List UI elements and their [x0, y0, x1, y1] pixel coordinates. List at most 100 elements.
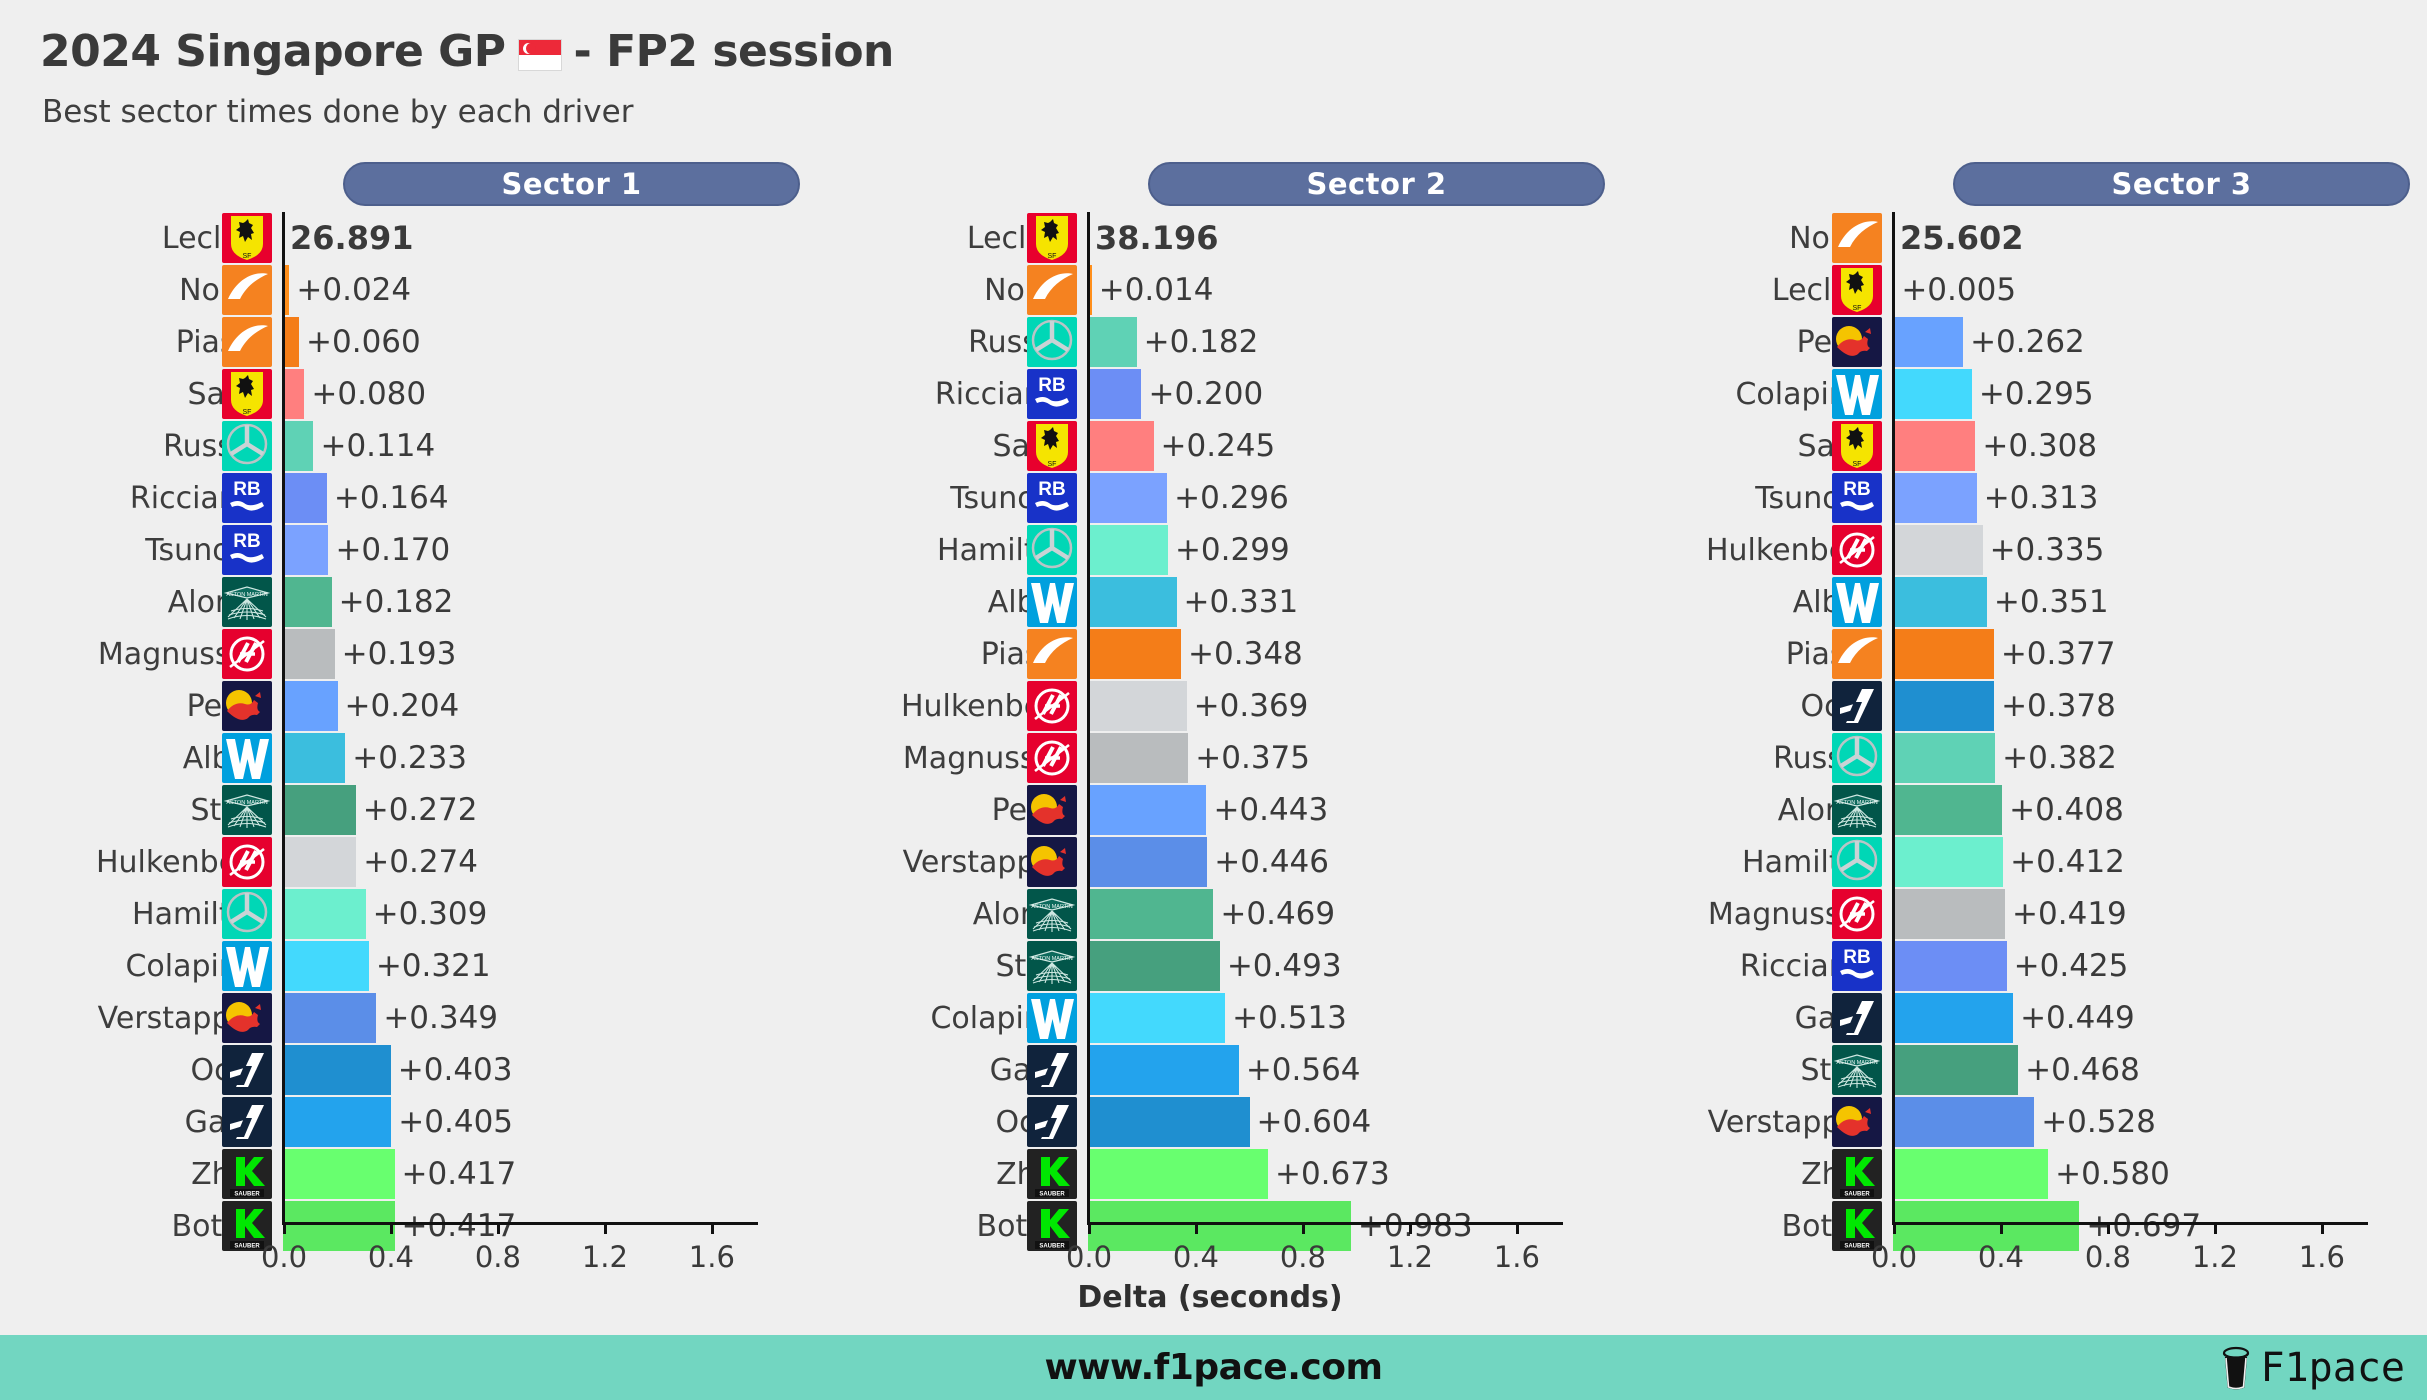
driver-row[interactable]: Norris 25.602 [1612, 212, 2418, 264]
driver-row[interactable]: Verstappen +0.528 [1612, 1096, 2418, 1148]
delta-label: +0.114 [320, 428, 436, 464]
driver-row[interactable]: Colapinto +0.295 [1612, 368, 2418, 420]
page-subtitle: Best sector times done by each driver [42, 94, 634, 130]
driver-row[interactable]: Albon +0.351 [1612, 576, 2418, 628]
driver-row[interactable]: Tsunoda RB +0.170 [2, 524, 808, 576]
driver-row[interactable]: Alonso ASTON MARTIN +0.182 [2, 576, 808, 628]
driver-row[interactable]: Alonso ASTON MARTIN +0.408 [1612, 784, 2418, 836]
driver-row[interactable]: Gasly +0.449 [1612, 992, 2418, 1044]
driver-row[interactable]: Zhou SAUBER+0.673 [807, 1148, 1613, 1200]
driver-row[interactable]: Perez +0.262 [1612, 316, 2418, 368]
driver-row[interactable]: Ricciardo RB +0.200 [807, 368, 1613, 420]
driver-row[interactable]: Tsunoda RB +0.313 [1612, 472, 2418, 524]
driver-row[interactable]: Colapinto +0.513 [807, 992, 1613, 1044]
team-logo-redbull-icon [1027, 785, 1077, 835]
sector-header-2: Sector 2 [1148, 162, 1605, 206]
driver-row[interactable]: Hulkenberg +0.274 [2, 836, 808, 888]
driver-row[interactable]: Gasly +0.405 [2, 1096, 808, 1148]
driver-row[interactable]: Perez +0.443 [807, 784, 1613, 836]
x-axis-title: Delta (seconds) [1077, 1280, 1343, 1315]
driver-row[interactable]: Magnussen +0.375 [807, 732, 1613, 784]
driver-row[interactable]: Russell +0.382 [1612, 732, 2418, 784]
driver-row[interactable]: Sainz SF+0.080 [2, 368, 808, 420]
delta-bar [283, 1045, 391, 1095]
delta-bar [283, 837, 357, 887]
delta-label: +0.417 [401, 1156, 517, 1192]
x-axis-tick-label: 1.6 [2298, 1240, 2345, 1274]
driver-row[interactable]: Hamilton +0.299 [807, 524, 1613, 576]
team-logo-redbull-icon [1832, 1097, 1882, 1147]
delta-bar [1893, 1097, 2035, 1147]
delta-label: +0.425 [2013, 948, 2129, 984]
team-logo-mercedes-icon [1027, 317, 1077, 367]
driver-row[interactable]: Piastri +0.060 [2, 316, 808, 368]
driver-row[interactable]: Ocon +0.403 [2, 1044, 808, 1096]
delta-label: +0.369 [1193, 688, 1309, 724]
delta-bar [1088, 421, 1154, 471]
svg-text:SF: SF [243, 253, 252, 260]
driver-row[interactable]: Norris +0.024 [2, 264, 808, 316]
driver-row[interactable]: Stroll ASTON MARTIN +0.468 [1612, 1044, 2418, 1096]
delta-bar [1893, 889, 2006, 939]
svg-text:SAUBER: SAUBER [1039, 1192, 1065, 1198]
x-axis-tick [1408, 1222, 1412, 1234]
driver-row[interactable]: Piastri +0.348 [807, 628, 1613, 680]
delta-bar [283, 317, 300, 367]
driver-row[interactable]: Sainz SF+0.308 [1612, 420, 2418, 472]
driver-row[interactable]: Albon +0.233 [2, 732, 808, 784]
team-logo-mercedes-icon [222, 889, 272, 939]
delta-label: +0.528 [2041, 1104, 2156, 1140]
x-axis-tick-label: 1.2 [581, 1240, 628, 1274]
driver-row[interactable]: Russell +0.182 [807, 316, 1613, 368]
team-logo-redbull-icon [1027, 837, 1077, 887]
svg-text:ASTON MARTIN: ASTON MARTIN [226, 800, 267, 806]
y-axis-line [1892, 212, 1895, 1222]
svg-text:ASTON MARTIN: ASTON MARTIN [1031, 956, 1072, 962]
svg-text:SF: SF [243, 409, 252, 416]
team-logo-redbull-icon [222, 681, 272, 731]
driver-row[interactable]: Ricciardo RB +0.164 [2, 472, 808, 524]
driver-row[interactable]: Hamilton +0.412 [1612, 836, 2418, 888]
team-logo-ferrari-icon: SF [222, 369, 272, 419]
driver-row[interactable]: Stroll ASTON MARTIN +0.272 [2, 784, 808, 836]
driver-row[interactable]: Alonso ASTON MARTIN +0.469 [807, 888, 1613, 940]
driver-row[interactable]: Zhou SAUBER+0.580 [1612, 1148, 2418, 1200]
delta-label: +0.513 [1232, 1000, 1347, 1036]
driver-row[interactable]: Magnussen +0.193 [2, 628, 808, 680]
driver-row[interactable]: Leclerc SF 26.891 [2, 212, 808, 264]
driver-row[interactable]: Hulkenberg +0.335 [1612, 524, 2418, 576]
driver-row[interactable]: Perez +0.204 [2, 680, 808, 732]
driver-row[interactable]: Sainz SF+0.245 [807, 420, 1613, 472]
delta-label: +0.182 [338, 584, 454, 620]
driver-row[interactable]: Ocon +0.604 [807, 1096, 1613, 1148]
footer-url[interactable]: www.f1pace.com [0, 1335, 2427, 1400]
driver-row[interactable]: Piastri +0.377 [1612, 628, 2418, 680]
team-logo-williams-icon [1832, 577, 1882, 627]
driver-row[interactable]: Norris +0.014 [807, 264, 1613, 316]
driver-row[interactable]: Russell +0.114 [2, 420, 808, 472]
svg-text:RB: RB [1843, 479, 1870, 500]
driver-row[interactable]: Hamilton +0.309 [2, 888, 808, 940]
delta-label: +0.200 [1148, 376, 1264, 412]
driver-row[interactable]: Ricciardo RB +0.425 [1612, 940, 2418, 992]
driver-row[interactable]: Leclerc SF 38.196 [807, 212, 1613, 264]
driver-row[interactable]: Hulkenberg +0.369 [807, 680, 1613, 732]
driver-row[interactable]: Tsunoda RB +0.296 [807, 472, 1613, 524]
driver-row[interactable]: Verstappen +0.446 [807, 836, 1613, 888]
driver-row[interactable]: Verstappen +0.349 [2, 992, 808, 1044]
team-logo-astonmartin-icon: ASTON MARTIN [1027, 941, 1077, 991]
delta-bar [1088, 317, 1137, 367]
delta-label: +0.351 [1993, 584, 2109, 620]
driver-row[interactable]: Stroll ASTON MARTIN +0.493 [807, 940, 1613, 992]
driver-row[interactable]: Magnussen +0.419 [1612, 888, 2418, 940]
driver-row[interactable]: Colapinto +0.321 [2, 940, 808, 992]
driver-row[interactable]: Leclerc SF +0.005 [1612, 264, 2418, 316]
driver-row[interactable]: Gasly +0.564 [807, 1044, 1613, 1096]
svg-text:RB: RB [1038, 479, 1065, 500]
driver-row[interactable]: Zhou SAUBER+0.417 [2, 1148, 808, 1200]
driver-row[interactable]: Albon +0.331 [807, 576, 1613, 628]
team-logo-haas-icon [222, 629, 272, 679]
delta-bar [283, 681, 338, 731]
delta-bar [1088, 837, 1208, 887]
driver-row[interactable]: Ocon +0.378 [1612, 680, 2418, 732]
